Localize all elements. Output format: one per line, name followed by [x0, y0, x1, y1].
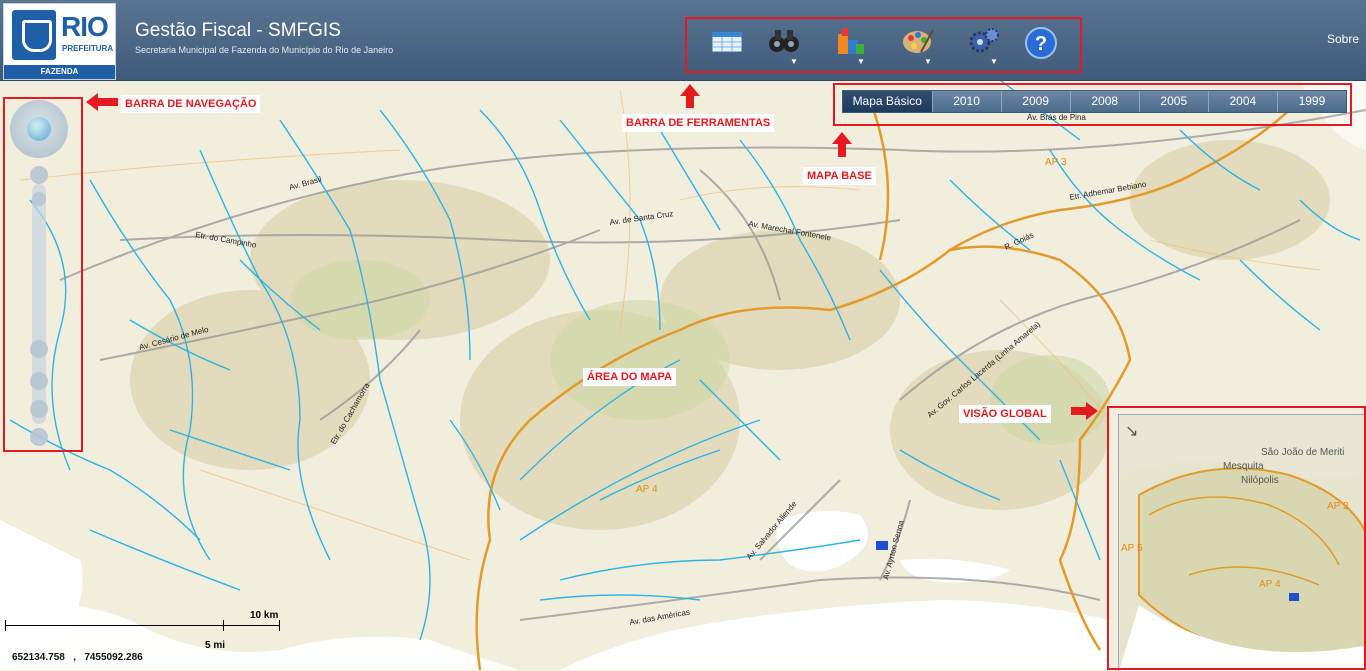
annotation-basemap: MAPA BASE [803, 167, 876, 185]
app-subtitle: Secretaria Municipal de Fazenda do Munic… [135, 45, 394, 55]
city-crest-icon [12, 10, 56, 60]
toolbar-highlight-box [685, 17, 1082, 73]
svg-text:AP 4: AP 4 [636, 484, 658, 495]
coordinate-readout: 652134.758 , 7455092.286 [12, 652, 143, 663]
coordinate-separator: , [73, 652, 76, 663]
logo-subtext: PREFEITURA [62, 44, 114, 53]
annotation-nav-bar: BARRA DE NAVEGAÇÃO [121, 95, 261, 113]
annotation-map-area: ÁREA DO MAPA [583, 368, 676, 386]
overview-highlight-box [1107, 406, 1366, 670]
coordinate-y: 7455092.286 [84, 652, 143, 663]
annotation-overview: VISÃO GLOBAL [959, 405, 1051, 423]
scale-bar [5, 612, 285, 642]
prefeitura-logo[interactable]: RIO PREFEITURA FAZENDA [3, 3, 116, 80]
coordinate-x: 652134.758 [12, 652, 65, 663]
app-title: Gestão Fiscal - SMFGIS [135, 20, 341, 41]
app-header: RIO PREFEITURA FAZENDA Gestão Fiscal - S… [0, 0, 1366, 81]
about-link[interactable]: Sobre [1327, 32, 1359, 46]
logo-department: FAZENDA [4, 65, 115, 79]
logo-text: RIO [61, 11, 109, 42]
scale-mi-label: 5 mi [205, 640, 226, 651]
scale-km-label: 10 km [250, 610, 279, 621]
annotation-toolbar: BARRA DE FERRAMENTAS [622, 114, 775, 132]
basemap-highlight-box [833, 83, 1352, 126]
svg-text:AP 3: AP 3 [1045, 157, 1067, 168]
navbar-highlight-box [3, 97, 83, 452]
